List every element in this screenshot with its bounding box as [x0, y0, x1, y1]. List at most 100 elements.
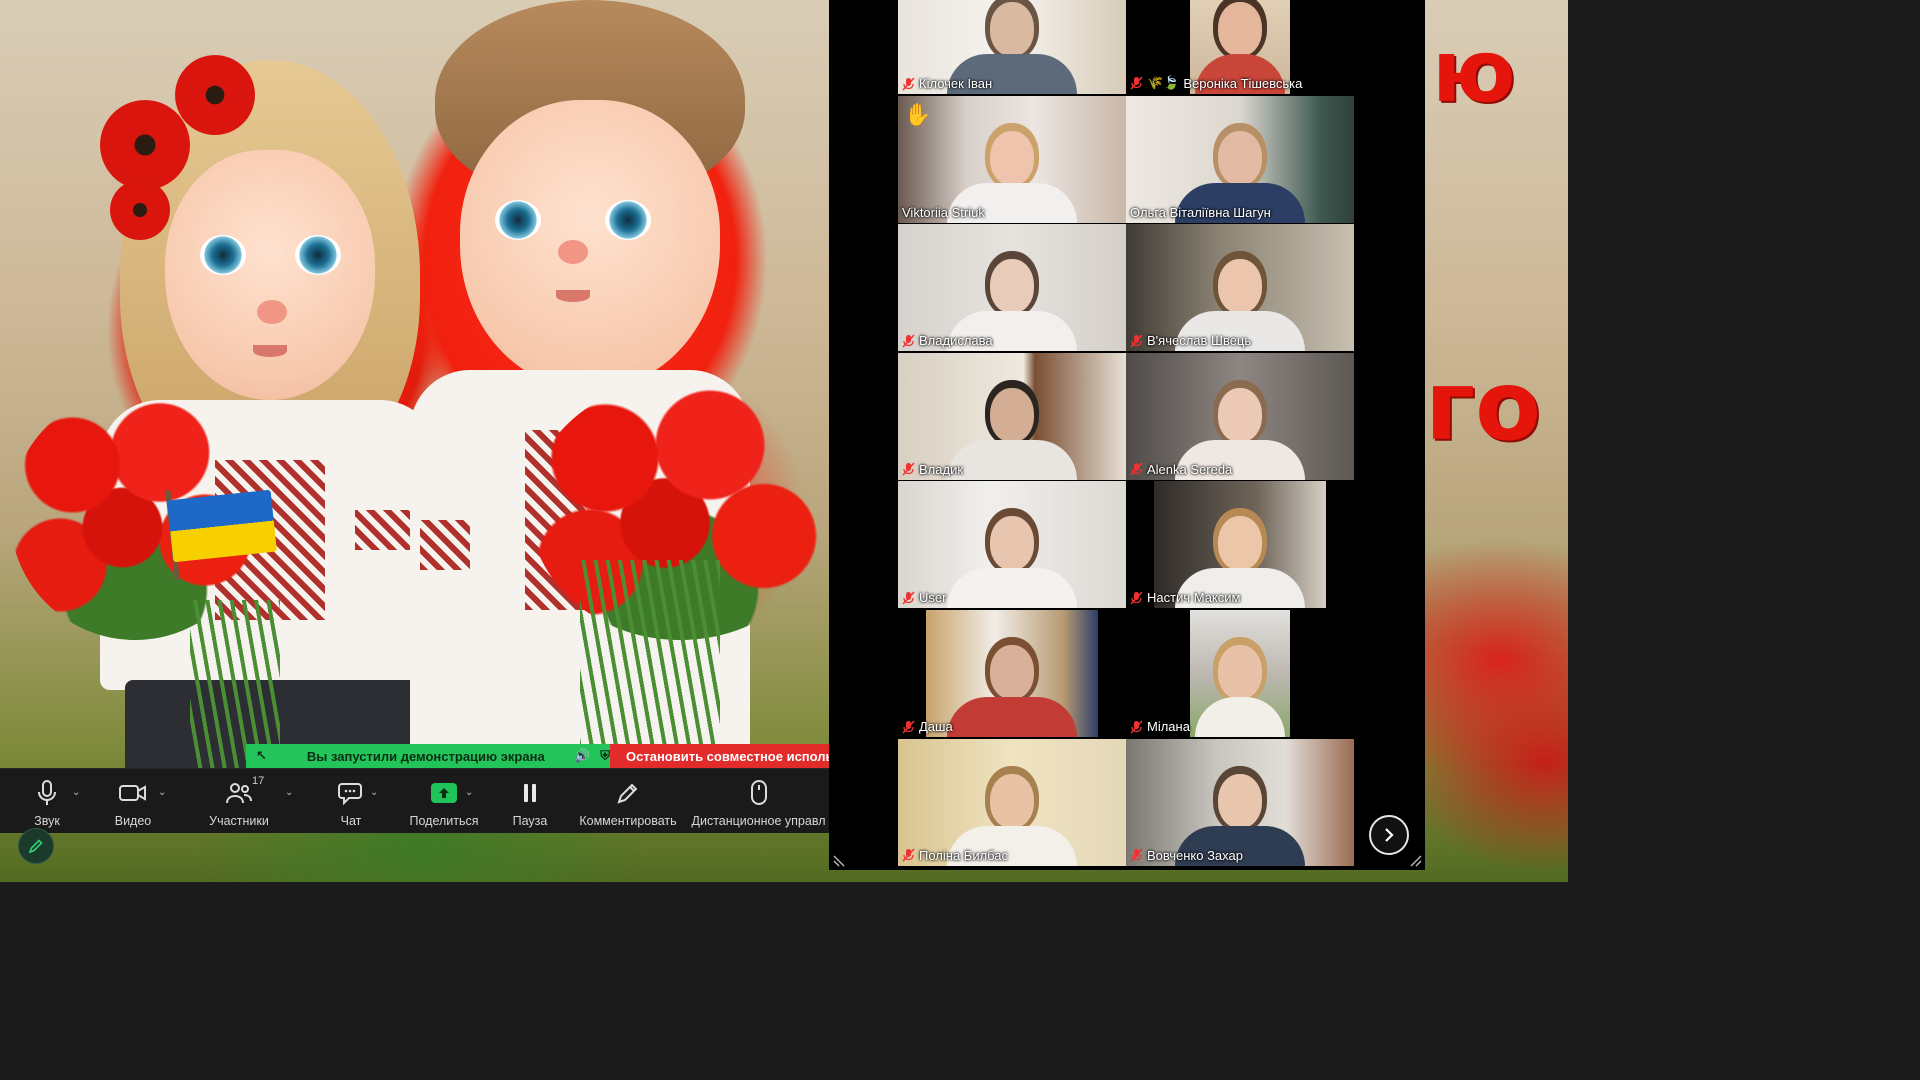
annotate-button[interactable]: Комментировать: [568, 769, 688, 833]
stop-share-button[interactable]: Остановить совместное использо: [610, 744, 829, 768]
remote-control-label: Дистанционное управл: [691, 814, 826, 828]
chevron-right-icon: [1385, 828, 1394, 842]
participant-tile[interactable]: Кілочек Іван: [898, 0, 1126, 94]
video-button[interactable]: Видео ⌄: [94, 769, 172, 833]
participant-tile[interactable]: Поліна Билбас: [898, 738, 1126, 866]
participant-video: [1190, 610, 1290, 737]
participant-tile[interactable]: Мілана: [1126, 610, 1354, 737]
annotation-pen-icon[interactable]: [18, 828, 54, 864]
participant-tile[interactable]: 🌾🍃 Вероніка Тішевська: [1126, 0, 1354, 94]
participant-tile[interactable]: Владислава: [898, 224, 1126, 352]
chevron-up-icon[interactable]: ⌄: [158, 787, 166, 798]
pause-share-button[interactable]: Пауза: [492, 769, 568, 833]
participant-name: Настич Максим: [1147, 590, 1241, 606]
participant-tile[interactable]: Настич Максим: [1126, 481, 1354, 609]
participant-face: [990, 773, 1034, 828]
audio-button[interactable]: Звук ⌄: [0, 769, 94, 833]
participant-name: Владислава: [919, 333, 993, 349]
resize-grip-left-icon[interactable]: [833, 853, 847, 867]
hair-poppy-icon: [100, 100, 190, 190]
participant-tile[interactable]: Даша: [898, 610, 1126, 737]
mic-muted-icon: [1130, 848, 1143, 862]
pause-label: Пауза: [512, 814, 548, 828]
participants-button[interactable]: Участники 17 ⌄: [172, 769, 306, 833]
participant-tile[interactable]: Alenka Sereda: [1126, 352, 1354, 480]
participant-video: [926, 610, 1098, 737]
participant-face: [1218, 2, 1262, 56]
participant-face: [990, 259, 1034, 314]
mic-muted-icon: [902, 334, 915, 348]
participant-name: Мілана: [1147, 719, 1190, 734]
pencil-icon: [614, 779, 642, 807]
mic-muted-icon: [902, 719, 915, 734]
camera-icon: [119, 779, 147, 807]
chevron-up-icon[interactable]: ⌄: [465, 787, 473, 798]
share-running-message: Вы запустили демонстрацию экрана: [306, 748, 545, 764]
resize-grip-right-icon[interactable]: [1408, 853, 1422, 867]
participant-name-tag: Вовченко Захар: [1130, 848, 1243, 863]
participant-face: [1218, 259, 1262, 314]
mic-muted-icon: [902, 591, 915, 605]
participant-video: [1126, 738, 1354, 866]
participant-name-tag: Кілочек Іван: [902, 76, 992, 91]
girl-illustration: [10, 40, 460, 810]
participant-face: [990, 130, 1034, 185]
raised-hand-icon: ✋: [904, 101, 932, 127]
participant-tile[interactable]: ✋ Viktoriia Striuk: [898, 95, 1126, 223]
participant-name: Ольга Віталіївна Шагун: [1130, 204, 1271, 220]
participant-name-tag: 🌾🍃 Вероніка Тішевська: [1130, 75, 1302, 91]
chevron-up-icon[interactable]: ⌄: [370, 787, 378, 798]
participant-name: Вероніка Тішевська: [1183, 75, 1303, 91]
participant-tile[interactable]: User: [898, 481, 1126, 609]
participant-video: [1126, 95, 1354, 223]
participant-name-tag: Поліна Билбас: [902, 848, 1008, 863]
participant-name: Вовченко Захар: [1147, 847, 1243, 863]
participant-face: [1218, 387, 1262, 442]
shield-icon[interactable]: ⛨: [600, 748, 610, 764]
remote-control-button[interactable]: Дистанционное управл: [688, 769, 829, 833]
name-decoration-icon: 🌾🍃: [1147, 75, 1180, 90]
slide-title-fragment-top: ю: [1432, 22, 1516, 122]
participant-tile[interactable]: В'ячеслав Швець: [1126, 224, 1354, 352]
participant-name-tag: Ольга Віталіївна Шагун: [1130, 205, 1271, 220]
mic-muted-icon: [902, 462, 915, 476]
speaker-icon[interactable]: 🔊: [574, 748, 590, 764]
participant-silhouette: [947, 439, 1077, 480]
participant-tile[interactable]: Владик: [898, 352, 1126, 480]
participant-gallery: Кілочек Іван 🌾🍃 Вероніка Тішевська ✋ Viktori…: [829, 0, 1425, 870]
screen-share-status-bar: ↖ Вы запустили демонстрацию экрана 🔊 ⛨ О…: [246, 744, 829, 768]
participant-name: Viktoriia Striuk: [902, 204, 985, 220]
mic-muted-icon: [1130, 591, 1143, 605]
participant-face: [1218, 645, 1262, 699]
participant-face: [1218, 773, 1262, 828]
participant-name-tag: В'ячеслав Швець: [1130, 333, 1251, 348]
pin-icon[interactable]: ↖: [256, 748, 267, 764]
participant-name: Даша: [919, 719, 953, 734]
chevron-up-icon[interactable]: ⌄: [285, 787, 293, 798]
participant-tile[interactable]: Вовченко Захар: [1126, 738, 1354, 866]
participant-name: Поліна Билбас: [919, 847, 1009, 863]
participant-video: [898, 95, 1126, 223]
mic-muted-icon: [1130, 76, 1143, 90]
participant-name: Кілочек Іван: [919, 76, 993, 91]
participants-label: Участники: [209, 814, 269, 828]
pause-icon: [516, 779, 544, 807]
mic-muted-icon: [1130, 462, 1143, 476]
participant-face: [990, 387, 1034, 442]
chat-button[interactable]: Чат ⌄: [306, 769, 396, 833]
participant-silhouette: [947, 697, 1077, 737]
microphone-icon: [33, 779, 61, 807]
participants-count: 17: [252, 775, 265, 787]
video-label: Видео: [114, 814, 152, 828]
participant-name-tag: Alenka Sereda: [1130, 462, 1232, 477]
next-page-button[interactable]: [1369, 815, 1409, 855]
stop-share-label: Остановить совместное использо: [626, 748, 829, 764]
chevron-up-icon[interactable]: ⌄: [72, 787, 80, 798]
mic-muted-icon: [1130, 334, 1143, 348]
participant-name: В'ячеслав Швець: [1147, 333, 1252, 349]
participant-face: [1218, 516, 1262, 571]
share-screen-button[interactable]: Поделиться ⌄: [396, 769, 492, 833]
participant-tile[interactable]: Ольга Віталіївна Шагун: [1126, 95, 1354, 223]
share-screen-icon: [430, 779, 458, 807]
mouse-icon: [745, 779, 773, 807]
